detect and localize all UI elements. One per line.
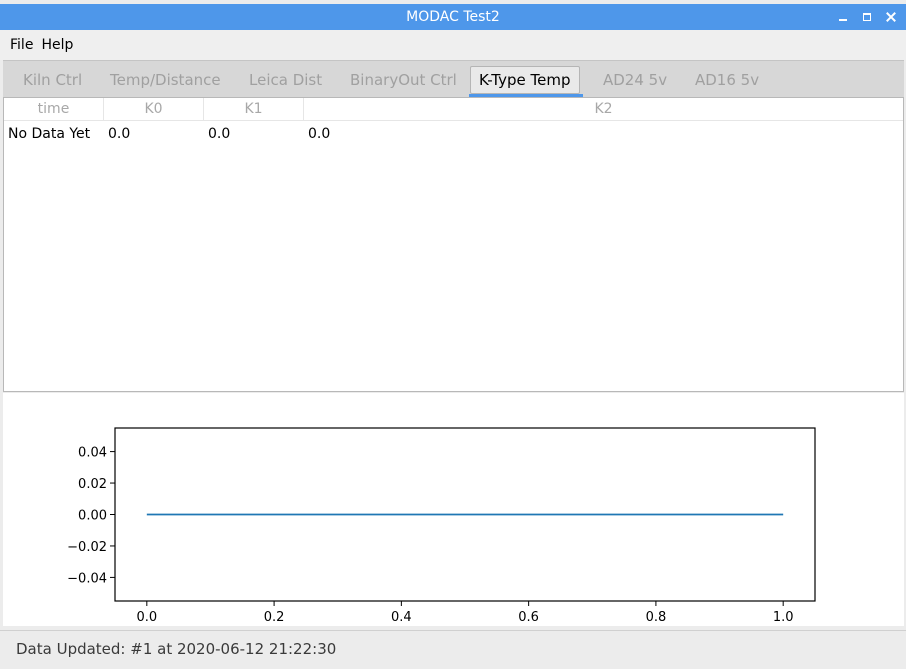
close-icon[interactable]	[884, 10, 898, 24]
maximize-icon[interactable]	[860, 10, 874, 24]
column-header-k2[interactable]: K2	[304, 98, 903, 120]
y-tick-label: 0.02	[78, 477, 107, 492]
tab-k-type-temp[interactable]: K-Type Temp	[470, 66, 580, 94]
plot-area: 0.0 0.2 0.4 0.6 0.8 1.0 0.04 0.02 0.00 −0.02 −0.04	[3, 393, 904, 626]
y-tick-label: −0.02	[67, 540, 107, 555]
cell-k2: 0.0	[308, 126, 331, 142]
status-text: Data Updated: #1 at 2020-06-12 21:22:30	[16, 640, 337, 658]
menu-help[interactable]: Help	[39, 37, 79, 53]
table-row[interactable]: No Data Yet 0.0 0.0 0.0	[4, 124, 903, 144]
x-tick-label: 0.2	[264, 610, 285, 625]
tab-ad16-5v[interactable]: AD16 5v	[695, 67, 759, 93]
window-controls	[836, 4, 898, 30]
tab-leica-dist[interactable]: Leica Dist	[249, 67, 322, 93]
column-header-time[interactable]: time	[4, 98, 104, 120]
tab-ad24-5v[interactable]: AD24 5v	[603, 67, 667, 93]
column-header-k0[interactable]: K0	[104, 98, 204, 120]
tab-binaryout-ctrl[interactable]: BinaryOut Ctrl	[350, 67, 457, 93]
x-tick-label: 0.8	[646, 610, 667, 625]
x-tick-label: 1.0	[773, 610, 794, 625]
y-tick-label: 0.00	[78, 509, 107, 524]
y-tick-label: −0.04	[67, 571, 107, 586]
x-tick-label: 0.4	[391, 610, 412, 625]
line-chart: 0.0 0.2 0.4 0.6 0.8 1.0 0.04 0.02 0.00 −0.02 −0.04	[67, 427, 816, 625]
data-table: time K0 K1 K2 No Data Yet 0.0 0.0 0.0	[3, 97, 904, 392]
title-bar[interactable]: MODAC Test2	[0, 4, 906, 30]
menu-bar: File Help	[0, 30, 906, 60]
cell-k0: 0.0	[108, 126, 131, 142]
tab-temp-distance[interactable]: Temp/Distance	[110, 67, 221, 93]
tab-bar: Kiln Ctrl Temp/Distance Leica Dist Binar…	[3, 60, 904, 98]
cell-time: No Data Yet	[8, 126, 91, 142]
minimize-icon[interactable]	[836, 10, 850, 24]
cell-k1: 0.0	[208, 126, 231, 142]
window-title: MODAC Test2	[406, 9, 500, 25]
x-tick-label: 0.0	[136, 610, 157, 625]
menu-file[interactable]: File	[0, 37, 39, 53]
tab-kiln-ctrl[interactable]: Kiln Ctrl	[23, 67, 82, 93]
table-header: time K0 K1 K2	[4, 98, 903, 121]
y-tick-label: 0.04	[78, 446, 107, 461]
column-header-k1[interactable]: K1	[204, 98, 304, 120]
status-bar: Data Updated: #1 at 2020-06-12 21:22:30	[0, 630, 906, 669]
x-tick-label: 0.6	[518, 610, 539, 625]
